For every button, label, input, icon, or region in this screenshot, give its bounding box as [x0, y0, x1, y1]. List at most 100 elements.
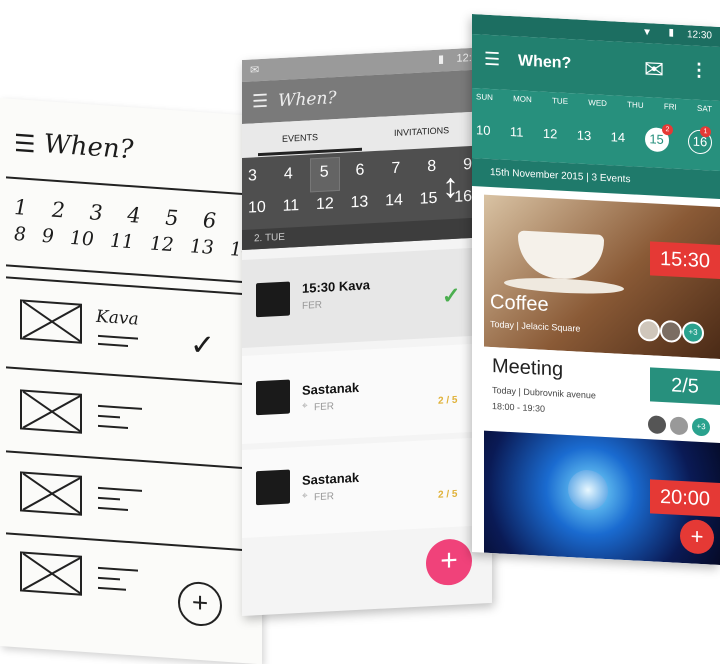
calendar-day[interactable]: 3 [90, 200, 103, 225]
event-time: 18:00 - 19:30 [492, 401, 546, 414]
calendar-day[interactable]: 3 [248, 167, 257, 185]
summary-text: 15th November 2015 | 3 Events [490, 166, 631, 186]
calendar-day[interactable]: 5 [165, 206, 178, 231]
overflow-menu-icon[interactable]: ⋮ [690, 59, 708, 81]
check-icon: ✓ [190, 327, 216, 365]
location-icon: ⌖ [302, 490, 308, 502]
weekday-label[interactable]: MON [513, 94, 532, 104]
divider [6, 450, 258, 471]
calendar-day[interactable]: 6 [356, 162, 365, 180]
calendar-day[interactable]: 13 [190, 235, 214, 259]
calendar-day[interactable]: 10 [476, 122, 490, 143]
image-icon [256, 281, 290, 318]
scribble-line [98, 496, 120, 501]
menu-icon[interactable]: ☰ [252, 91, 268, 113]
count-badge: 2 / 5 [438, 488, 458, 501]
calendar-day[interactable]: 6 [203, 208, 216, 233]
calendar-day[interactable]: 10 [70, 227, 94, 251]
battery-icon: ▮ [668, 27, 674, 39]
image-placeholder [20, 299, 82, 344]
scribble-line [98, 566, 138, 572]
menu-icon[interactable]: ☰ [484, 49, 500, 71]
disco-ball-image [568, 469, 608, 512]
add-button[interactable]: + [426, 537, 472, 587]
calendar-day[interactable]: 13 [577, 127, 591, 148]
divider [6, 176, 258, 197]
event-title: Coffee [490, 290, 549, 317]
mail-icon[interactable]: ✉ [644, 55, 664, 85]
calendar-day[interactable]: 9 [463, 156, 472, 174]
status-time: 12:30 [686, 29, 712, 42]
calendar-day[interactable]: 7 [391, 160, 400, 178]
sketch-calendar: 1234567 891011121314 [14, 195, 254, 262]
coffee-cup-image [518, 230, 604, 281]
calendar-day[interactable]: 1 [14, 195, 27, 220]
sketch-title: When? [44, 129, 134, 166]
swipe-icon: ↕ [442, 166, 459, 206]
group-icon [256, 379, 290, 416]
attendance-badge: 2/5 [650, 367, 720, 405]
weekday-label[interactable]: THU [627, 100, 643, 110]
avatar [646, 413, 668, 437]
add-button[interactable]: + [178, 580, 222, 628]
calendar-day[interactable]: 9 [42, 225, 54, 248]
calendar-day[interactable]: 12 [150, 232, 174, 256]
calendar-day[interactable]: 14 [385, 192, 403, 211]
count-badge: 2 / 5 [438, 394, 458, 407]
calendar-day[interactable]: 4 [127, 203, 140, 228]
calendar-day[interactable]: 15 [420, 190, 438, 209]
group-icon [256, 469, 290, 506]
calendar-day[interactable]: 11 [510, 124, 524, 145]
scribble-line [98, 414, 120, 419]
image-placeholder [20, 389, 82, 434]
tab-invitations[interactable]: INVITATIONS [394, 125, 449, 138]
wifi-icon: ▼ [642, 26, 652, 39]
selected-day-highlight [310, 156, 340, 193]
scribble-line [98, 486, 142, 492]
calendar-day[interactable]: 4 [284, 165, 293, 183]
add-button[interactable]: + [680, 518, 714, 555]
tab-events[interactable]: EVENTS [282, 132, 318, 144]
battery-icon: ▮ [437, 53, 444, 66]
event-badge: 2 [662, 123, 673, 136]
calendar-day[interactable]: 10 [248, 199, 266, 218]
event-card-meeting[interactable]: Meeting Today | Dubrovnik avenue 18:00 -… [484, 346, 720, 444]
scribble-line [98, 404, 142, 410]
more-attendees-badge: +3 [690, 415, 712, 439]
calendar-day[interactable]: 14 [611, 129, 625, 150]
image-placeholder [20, 471, 82, 516]
calendar-day[interactable]: 11 [110, 230, 134, 254]
app-title: When? [278, 88, 337, 112]
event-title: Meeting [492, 355, 564, 381]
calendar-day[interactable]: 13 [351, 193, 369, 212]
calendar-day[interactable]: 8 [427, 158, 436, 176]
list-item[interactable]: Sastanak ⌖ FER 2 / 5 [242, 342, 492, 444]
location-icon: ⌖ [302, 400, 308, 412]
weekday-label[interactable]: SAT [697, 104, 712, 114]
weekday-label[interactable]: SUN [476, 92, 493, 102]
avatar [668, 414, 690, 438]
avatar [638, 318, 660, 342]
weekday-label[interactable]: WED [588, 98, 607, 108]
sketch-panel: ☰ When? 1234567 891011121314 Kava ✓ + [0, 98, 262, 664]
scribble-line [98, 342, 128, 347]
event-card-coffee[interactable]: 15:30 Coffee Today | Jelacic Square +3 [484, 194, 720, 359]
calendar-day[interactable]: 11 [283, 197, 300, 216]
calendar-day[interactable]: 12 [316, 195, 334, 214]
scribble-line [98, 424, 128, 429]
calendar-day[interactable]: 8 [14, 223, 26, 246]
time-badge: 20:00 [650, 479, 720, 517]
time-badge: 15:30 [650, 241, 720, 279]
list-item[interactable]: 15:30 Kava FER ✓ [242, 246, 492, 348]
list-item[interactable]: Sastanak ⌖ FER 2 / 5 [242, 436, 492, 538]
app-title: When? [518, 52, 572, 73]
wireframe-panel: ✉ ▮ 12:00 ☰ When? EVENTS INVITATIONS 345… [242, 46, 492, 616]
weekday-label[interactable]: FRI [664, 102, 677, 112]
weekday-label[interactable]: TUE [552, 96, 568, 106]
event-card-party[interactable]: 20:00 + [484, 430, 720, 565]
more-attendees-badge: +3 [682, 321, 704, 345]
calendar-day[interactable]: 12 [543, 126, 557, 147]
calendar-day[interactable]: 2 [52, 198, 65, 223]
avatar [660, 319, 682, 344]
check-icon: ✓ [442, 282, 461, 309]
